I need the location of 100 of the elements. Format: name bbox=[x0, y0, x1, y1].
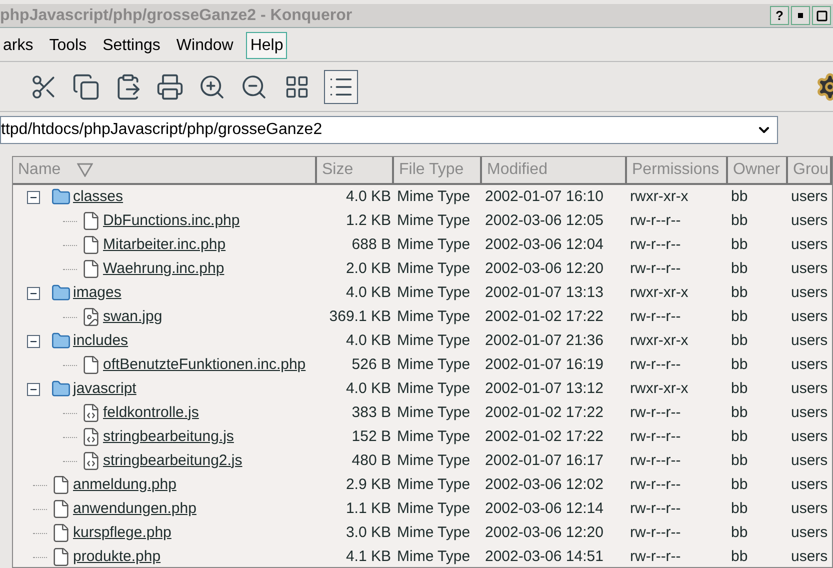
file-icon bbox=[81, 259, 101, 279]
table-cell-text: bb bbox=[730, 354, 749, 375]
zoom-in-icon bbox=[198, 72, 226, 100]
menu-item[interactable]: arks bbox=[0, 32, 36, 59]
table-cell-text: rw-r--r-- bbox=[629, 546, 682, 567]
collapse-toggle[interactable] bbox=[27, 286, 40, 300]
table-cell-text: rwxr-xr-x bbox=[629, 186, 690, 207]
table-cell-text: users bbox=[790, 474, 829, 495]
table-cell-text: Mime Type bbox=[396, 330, 472, 351]
collapse-toggle[interactable] bbox=[27, 382, 40, 396]
table-cell-text: rwxr-xr-x bbox=[629, 378, 690, 399]
file-link[interactable]: javascript bbox=[73, 378, 136, 400]
file-link[interactable]: stringbearbeitung2.js bbox=[103, 450, 242, 472]
collapse-toggle[interactable] bbox=[27, 334, 40, 348]
file-link[interactable]: DbFunctions.inc.php bbox=[103, 210, 240, 232]
table-cell-text: users bbox=[790, 186, 829, 207]
table-cell-text: 2002-03-06 12:05 bbox=[484, 210, 604, 231]
table-cell-text: rw-r--r-- bbox=[629, 306, 682, 327]
table-cell-text: 2002-01-02 17:22 bbox=[484, 306, 604, 327]
folder-icon bbox=[51, 187, 71, 207]
table-cell-text: bb bbox=[730, 258, 749, 279]
table-cell-text: 2002-01-07 21:36 bbox=[484, 330, 604, 351]
table-cell-text: users bbox=[790, 402, 829, 423]
table-cell-text: rw-r--r-- bbox=[629, 210, 682, 231]
table-cell-text: Mime Type bbox=[396, 210, 472, 231]
table-cell-text: Mime Type bbox=[396, 474, 472, 495]
folder-icon bbox=[51, 283, 71, 303]
table-cell-text: bb bbox=[730, 210, 749, 231]
table-cell-text: users bbox=[790, 234, 829, 255]
table-cell-text: 2002-01-02 17:22 bbox=[484, 402, 604, 423]
view-mode-button[interactable] bbox=[324, 70, 358, 104]
menu-item[interactable]: Help bbox=[246, 32, 288, 59]
table-cell-text: Mime Type bbox=[396, 450, 472, 471]
table-cell-text: users bbox=[790, 282, 829, 303]
file-link[interactable]: produkte.php bbox=[73, 546, 161, 567]
menu-item[interactable]: Window bbox=[173, 32, 236, 59]
table-cell-text: bb bbox=[730, 426, 749, 447]
table-cell-text: 4.0 KB bbox=[344, 186, 392, 207]
file-link[interactable]: Waehrung.inc.php bbox=[103, 258, 224, 280]
table-cell-text: 369.1 KB bbox=[328, 306, 392, 327]
table-cell-text: rw-r--r-- bbox=[629, 522, 682, 543]
file-link[interactable]: stringbearbeitung.js bbox=[103, 426, 234, 448]
table-cell-text: Mime Type bbox=[396, 354, 472, 375]
file-link[interactable]: anmeldung.php bbox=[73, 474, 176, 496]
table-cell-text: 2002-01-07 16:19 bbox=[484, 354, 604, 375]
menu-item[interactable]: Settings bbox=[100, 32, 164, 59]
table-cell-text: 1.1 KB bbox=[344, 498, 392, 519]
file-icon bbox=[51, 547, 71, 567]
file-link[interactable]: swan.jpg bbox=[103, 306, 162, 328]
table-cell-text: rw-r--r-- bbox=[629, 234, 682, 255]
file-icon bbox=[81, 211, 101, 231]
window-title: phpJavascript/php/grosseGanze2 - Konqueror bbox=[0, 6, 352, 26]
file-link[interactable]: oftBenutzteFunktionen.inc.php bbox=[103, 354, 306, 376]
collapse-toggle[interactable] bbox=[27, 190, 40, 204]
image-file-icon bbox=[81, 307, 101, 327]
table-cell-text: 2002-03-06 12:02 bbox=[484, 474, 604, 495]
table-cell-text: 2.9 KB bbox=[344, 474, 392, 495]
table-cell-text: 4.0 KB bbox=[344, 330, 392, 351]
file-link[interactable]: includes bbox=[73, 330, 128, 352]
table-cell-text: 4.0 KB bbox=[344, 378, 392, 399]
table-cell-text: users bbox=[790, 498, 829, 519]
table-cell-text: 2002-03-06 12:04 bbox=[484, 234, 604, 255]
table-cell-text: users bbox=[790, 426, 829, 447]
table-cell-text: Mime Type bbox=[396, 522, 472, 543]
file-link[interactable]: images bbox=[73, 282, 122, 304]
table-cell-text: bb bbox=[730, 546, 749, 567]
file-link[interactable]: classes bbox=[73, 186, 124, 208]
menu-item[interactable]: Tools bbox=[46, 32, 90, 59]
table-cell-text: 2002-01-07 13:12 bbox=[484, 378, 604, 399]
table-cell-text: 2002-01-07 16:17 bbox=[484, 450, 604, 471]
file-icon bbox=[51, 499, 71, 519]
table-cell-text: rwxr-xr-x bbox=[629, 282, 690, 303]
table-cell-text: users bbox=[790, 306, 829, 327]
file-icon bbox=[51, 523, 71, 543]
table-cell-text: rw-r--r-- bbox=[629, 474, 682, 495]
table-cell-text: bb bbox=[730, 498, 749, 519]
table-cell-text: 2002-03-06 14:51 bbox=[484, 546, 604, 567]
table-cell-text: Mime Type bbox=[396, 186, 472, 207]
table-cell-text: 383 B bbox=[350, 402, 392, 423]
file-link[interactable]: Mitarbeiter.inc.php bbox=[103, 234, 226, 256]
table-cell-text: users bbox=[790, 258, 829, 279]
table-cell-text: bb bbox=[730, 282, 749, 303]
file-link[interactable]: kurspflege.php bbox=[73, 522, 172, 544]
table-cell-text: bb bbox=[730, 306, 749, 327]
table-cell-text: Mime Type bbox=[396, 546, 472, 567]
table-cell-text: 1.2 KB bbox=[344, 210, 392, 231]
help-button[interactable]: ? bbox=[770, 6, 789, 25]
table-cell-text: users bbox=[790, 450, 829, 471]
table-cell-text: rw-r--r-- bbox=[629, 498, 682, 519]
file-link[interactable]: feldkontrolle.js bbox=[103, 402, 199, 424]
minimize-button[interactable] bbox=[791, 6, 810, 25]
table-cell-text: users bbox=[790, 330, 829, 351]
copy-icon bbox=[72, 72, 100, 100]
table-cell-text: 480 B bbox=[350, 450, 392, 471]
maximize-button[interactable] bbox=[812, 6, 831, 25]
file-link[interactable]: anwendungen.php bbox=[73, 498, 196, 520]
file-icon bbox=[51, 475, 71, 495]
table-cell-text: users bbox=[790, 210, 829, 231]
table-cell-text: users bbox=[790, 522, 829, 543]
table-cell-text: bb bbox=[730, 522, 749, 543]
